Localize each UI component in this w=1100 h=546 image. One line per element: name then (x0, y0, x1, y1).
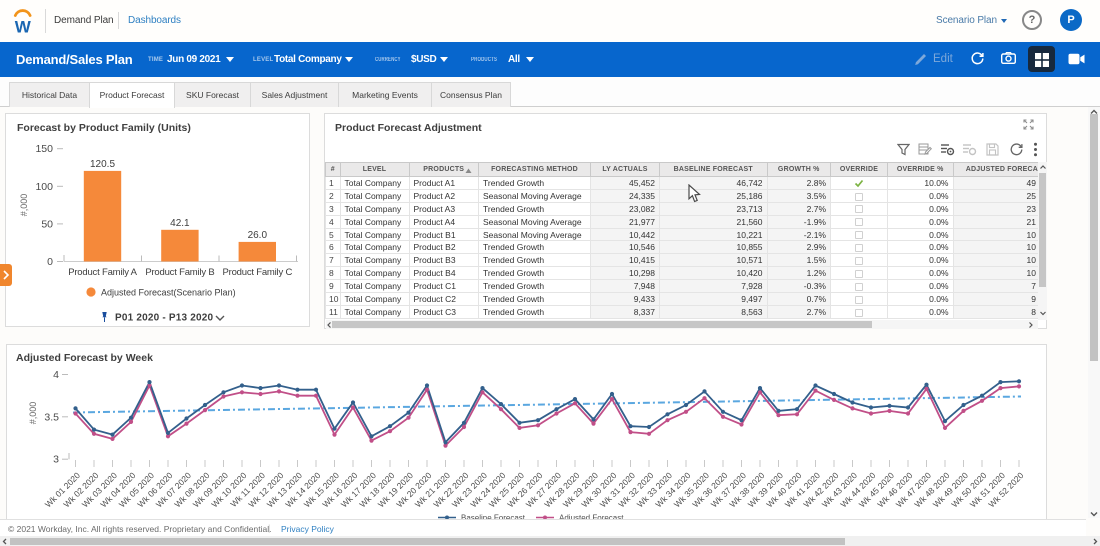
svg-text:#,000: #,000 (19, 194, 29, 217)
svg-text:26.0: 26.0 (248, 230, 268, 241)
svg-text:42.1: 42.1 (170, 218, 190, 229)
svg-text:50: 50 (41, 218, 53, 230)
svg-text:Adjusted Forecast(Scenario Pla: Adjusted Forecast(Scenario Plan) (101, 288, 236, 298)
svg-text:4: 4 (53, 369, 59, 381)
svg-text:100: 100 (35, 181, 53, 193)
svg-text:120.5: 120.5 (90, 159, 115, 170)
svg-text:3: 3 (53, 454, 59, 466)
svg-text:Product Family C: Product Family C (222, 267, 292, 278)
svg-text:150: 150 (35, 143, 53, 155)
svg-text:0: 0 (47, 256, 53, 268)
svg-text:Product Family A: Product Family A (68, 267, 137, 278)
svg-text:#,000: #,000 (28, 402, 38, 425)
svg-text:W: W (15, 17, 32, 34)
svg-text:P01 2020 - P13 2020: P01 2020 - P13 2020 (115, 313, 214, 324)
svg-text:3.5: 3.5 (44, 411, 59, 423)
svg-text:Product Family B: Product Family B (145, 267, 214, 278)
